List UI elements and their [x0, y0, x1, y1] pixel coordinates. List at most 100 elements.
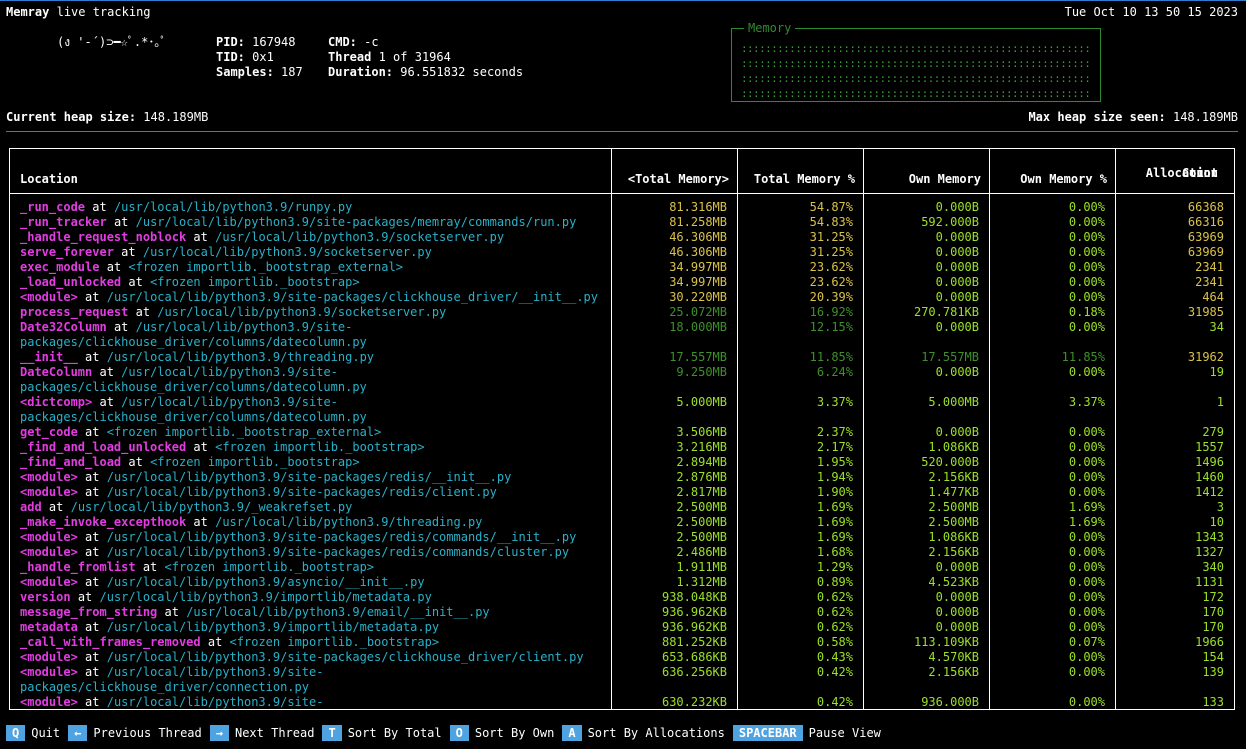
total-memory-pct-cell: 0.62% [816, 605, 853, 619]
own-memory-pct-cell: 1.69% [1068, 515, 1105, 529]
app-name: Memray [6, 5, 50, 19]
table-row[interactable]: _load_unlocked at <frozen importlib._boo… [10, 275, 1234, 290]
column-header-own-memory-pct[interactable]: Own Memory % [990, 149, 1115, 193]
allocation-count-cell: 66368 [1187, 200, 1224, 214]
function-name: <module> [20, 545, 78, 559]
tid-value: 0x1 [252, 50, 274, 64]
at-word: at [207, 635, 223, 649]
allocation-count-cell: 31985 [1187, 305, 1224, 319]
table-row[interactable]: <module> at /usr/local/lib/python3.9/sit… [10, 470, 1234, 485]
at-word: at [99, 365, 114, 379]
table-row[interactable]: <module> at /usr/local/lib/python3.9/sit… [10, 695, 1234, 709]
key-q-button[interactable]: Q [6, 725, 26, 741]
file-path: /usr/local/lib/python3.9/socketserver.py [142, 245, 432, 259]
own-memory-pct-cell: 0.00% [1068, 230, 1105, 244]
table-row[interactable]: message_from_string at /usr/local/lib/py… [10, 605, 1234, 620]
column-header-allocation-count[interactable]: Allocation Count [1116, 149, 1234, 193]
file-path: <frozen importlib._bootstrap> [150, 275, 360, 289]
table-row[interactable]: <module> at /usr/local/lib/python3.9/sit… [10, 485, 1234, 500]
total-memory-pct-cell: 0.42% [816, 695, 853, 709]
table-row[interactable]: version at /usr/local/lib/python3.9/impo… [10, 590, 1234, 605]
key-a-button[interactable]: A [562, 725, 582, 741]
file-path: /usr/local/lib/python3.9/socketserver.py [157, 305, 447, 319]
table-row[interactable]: <module> at /usr/local/lib/python3.9/sit… [10, 545, 1234, 560]
at-word: at [106, 260, 122, 274]
total-memory-cell: 653.686KB [661, 650, 727, 664]
column-header-own-memory[interactable]: Own Memory [864, 149, 989, 193]
file-path: /usr/local/lib/python3.9/site-packages/r… [106, 470, 512, 484]
function-name: <module> [20, 290, 78, 304]
file-path: /usr/local/lib/python3.9/asyncio/__init_… [106, 575, 425, 589]
function-name: <module> [20, 695, 78, 709]
table-row[interactable]: serve_forever at /usr/local/lib/python3.… [10, 245, 1234, 260]
column-header-total-memory-pct[interactable]: Total Memory % [738, 149, 863, 193]
key-right-button[interactable]: → [209, 725, 229, 741]
samples-line: Samples: 187 [216, 65, 303, 80]
function-name: metadata [20, 620, 78, 634]
own-memory-pct-cell: 0.00% [1068, 560, 1105, 574]
table-row[interactable]: _handle_request_noblock at /usr/local/li… [10, 230, 1234, 245]
own-memory-pct-cell: 0.00% [1068, 440, 1105, 454]
top-border [0, 0, 1246, 1]
key-o-button[interactable]: O [449, 725, 469, 741]
total-memory-cell: 3.506MB [676, 425, 727, 439]
at-word: at [193, 515, 208, 529]
table-row[interactable]: <module> at /usr/local/lib/python3.9/asy… [10, 575, 1234, 590]
table-row[interactable]: _handle_fromlist at <frozen importlib._b… [10, 560, 1234, 575]
own-memory-cell: 270.781KB [913, 305, 979, 319]
allocations-table[interactable]: Location <Total Memory> Total Memory % O… [9, 148, 1235, 710]
memory-gauge-label: Memory [744, 21, 796, 36]
own-memory-pct-cell: 11.85% [1061, 350, 1105, 364]
table-row[interactable]: <module> at /usr/local/lib/python3.9/sit… [10, 665, 1234, 695]
total-memory-pct-cell: 1.68% [816, 545, 853, 559]
at-word: at [142, 560, 158, 574]
datetime: Tue Oct 10 13 50 15 2023 [1064, 5, 1238, 19]
own-memory-pct-cell: 0.00% [1068, 215, 1105, 229]
key-label: Pause View [808, 726, 881, 740]
table-row[interactable]: _make_invoke_excepthook at /usr/local/li… [10, 515, 1234, 530]
table-row[interactable]: DateColumn at /usr/local/lib/python3.9/s… [10, 365, 1234, 395]
table-row[interactable]: <module> at /usr/local/lib/python3.9/sit… [10, 530, 1234, 545]
total-memory-cell: 46.306MB [669, 230, 727, 244]
function-name: _find_and_load [20, 455, 122, 469]
function-name: get_code [20, 425, 78, 439]
at-word: at [193, 440, 208, 454]
table-row[interactable]: _run_code at /usr/local/lib/python3.9/ru… [10, 200, 1234, 215]
column-header-location[interactable]: Location [10, 149, 611, 193]
total-memory-pct-cell: 31.25% [809, 245, 853, 259]
table-row[interactable]: __init__ at /usr/local/lib/python3.9/thr… [10, 350, 1234, 365]
key-label: Sort By Allocations [587, 726, 725, 740]
table-row[interactable]: <module> at /usr/local/lib/python3.9/sit… [10, 650, 1234, 665]
column-header-total-memory[interactable]: <Total Memory> [612, 149, 737, 193]
own-memory-cell: 0.000B [935, 320, 979, 334]
table-row[interactable]: _call_with_frames_removed at <frozen imp… [10, 635, 1234, 650]
allocation-count-cell: 133 [1202, 695, 1224, 709]
column-header-label: Total Memory % [753, 172, 855, 186]
allocation-count-cell: 63969 [1187, 230, 1224, 244]
table-row[interactable]: _find_and_load at <frozen importlib._boo… [10, 455, 1234, 470]
table-row[interactable]: _find_and_load_unlocked at <frozen impor… [10, 440, 1234, 455]
table-row[interactable]: metadata at /usr/local/lib/python3.9/imp… [10, 620, 1234, 635]
total-memory-cell: 81.258MB [669, 215, 727, 229]
file-path: /usr/local/lib/python3.9/importlib/metad… [106, 620, 440, 634]
table-row[interactable]: process_request at /usr/local/lib/python… [10, 305, 1234, 320]
table-row[interactable]: add at /usr/local/lib/python3.9/_weakref… [10, 500, 1234, 515]
total-memory-cell: 3.216MB [676, 440, 727, 454]
table-row[interactable]: get_code at <frozen importlib._bootstrap… [10, 425, 1234, 440]
memory-gauge-bars: ::::::::::::::::::::::::::::::::::::::::… [741, 41, 1091, 101]
key-spacebar-button[interactable]: SPACEBAR [732, 725, 803, 741]
total-memory-cell: 2.894MB [676, 455, 727, 469]
table-row[interactable]: <dictcomp> at /usr/local/lib/python3.9/s… [10, 395, 1234, 425]
function-name: _handle_fromlist [20, 560, 136, 574]
allocation-count-cell: 2341 [1195, 260, 1224, 274]
total-memory-cell: 2.500MB [676, 500, 727, 514]
key-t-button[interactable]: T [322, 725, 342, 741]
key-left-button[interactable]: ← [68, 725, 88, 741]
table-row[interactable]: Date32Column at /usr/local/lib/python3.9… [10, 320, 1234, 350]
file-path: /usr/local/lib/python3.9/email/__init__.… [186, 605, 490, 619]
table-row[interactable]: _run_tracker at /usr/local/lib/python3.9… [10, 215, 1234, 230]
own-memory-cell: 2.500MB [928, 500, 979, 514]
table-row[interactable]: exec_module at <frozen importlib._bootst… [10, 260, 1234, 275]
table-row[interactable]: <module> at /usr/local/lib/python3.9/sit… [10, 290, 1234, 305]
at-word: at [85, 530, 100, 544]
